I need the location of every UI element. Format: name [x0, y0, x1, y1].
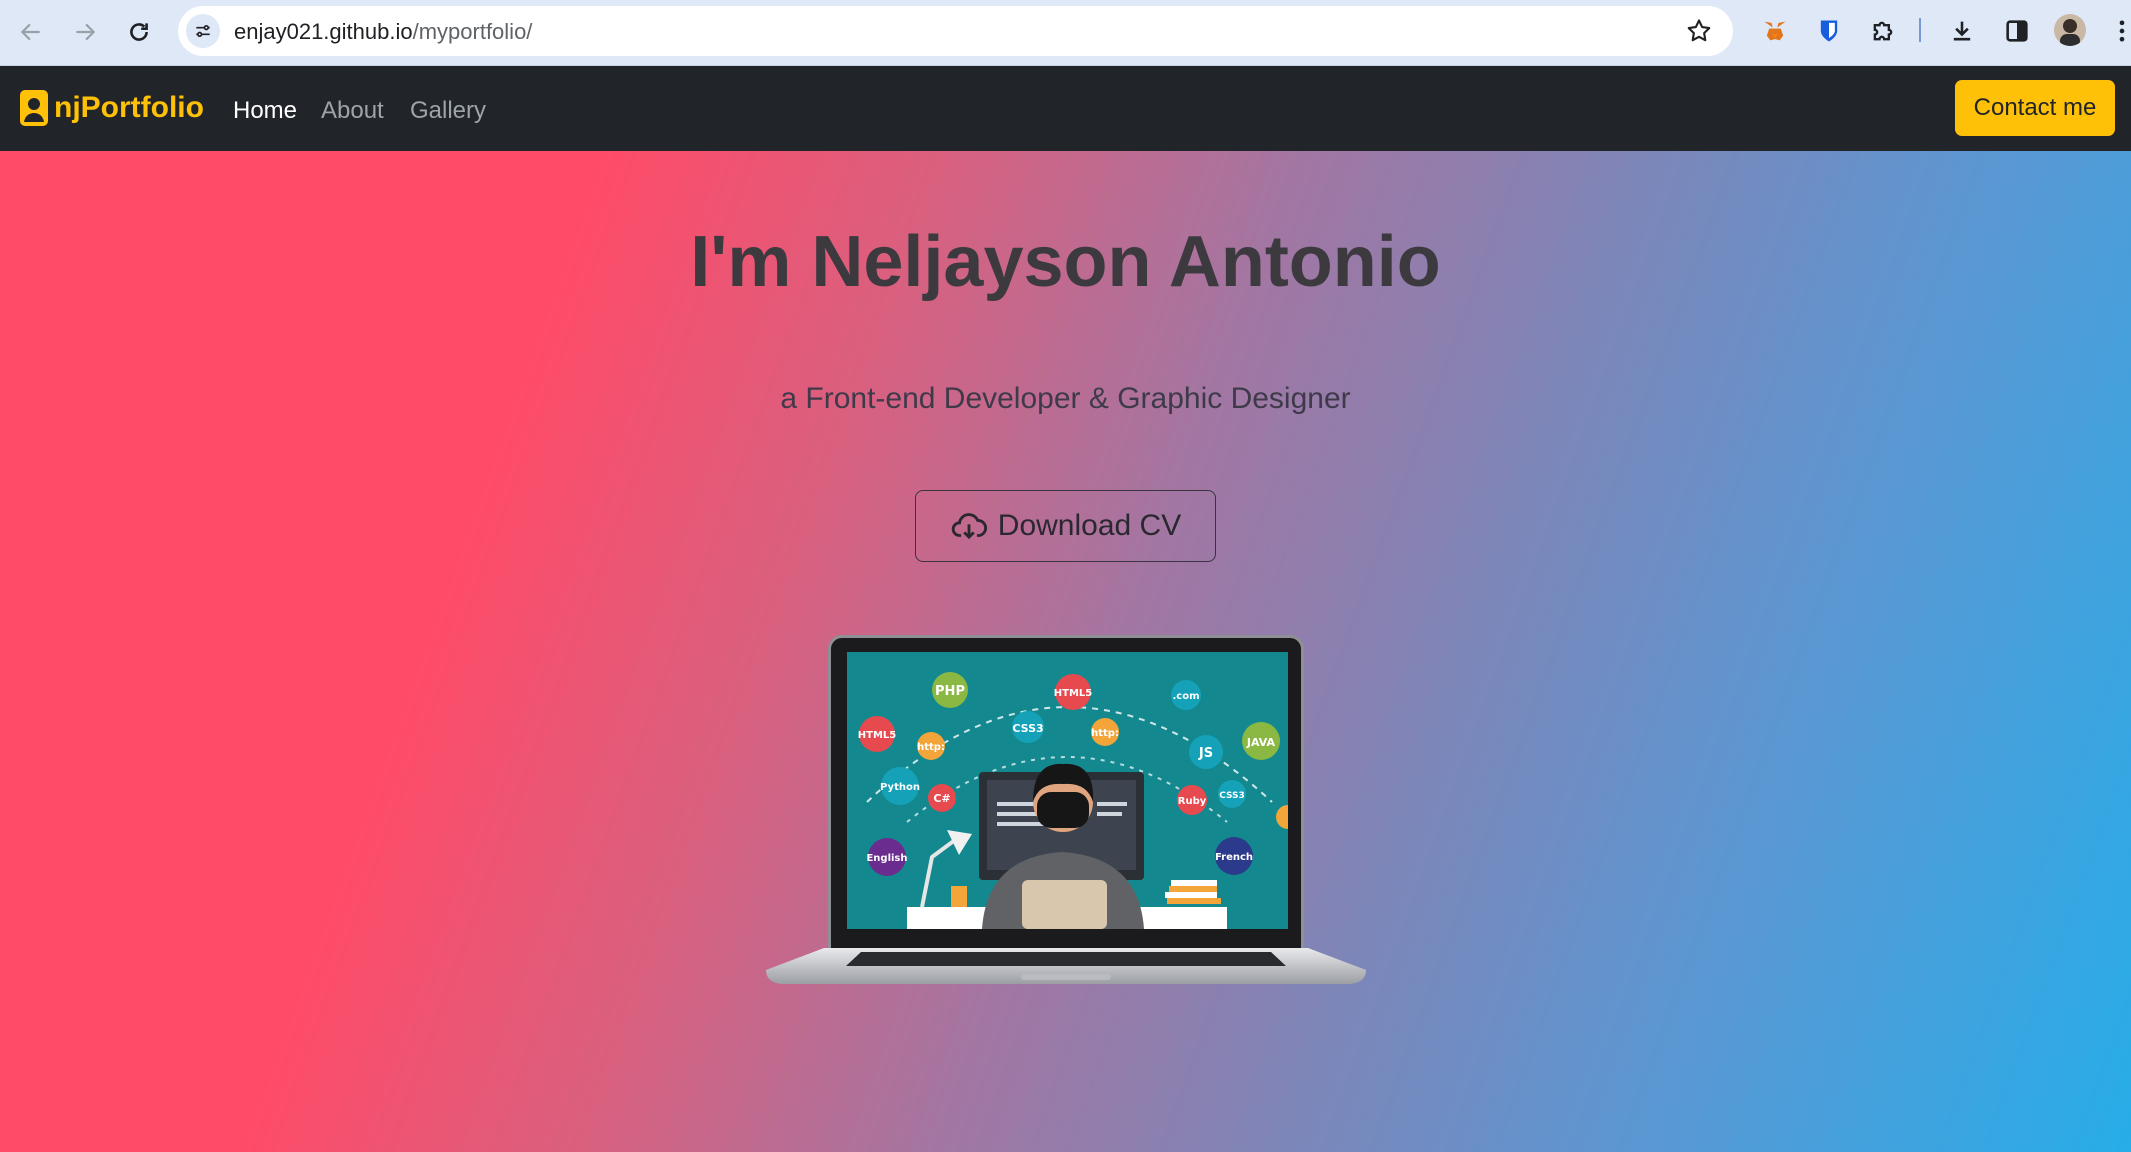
bubble-http-right: http:	[1091, 728, 1119, 739]
laptop-illustration: PHP HTML5 CSS3 http: http: .com JS JAVA …	[766, 635, 1366, 984]
bubble-http-left: http:	[917, 742, 945, 753]
download-cv-label: Download CV	[997, 509, 1182, 542]
hero-subtitle: a Front-end Developer & Graphic Designer	[780, 382, 1351, 415]
browser-menu-icon[interactable]	[2106, 15, 2131, 47]
hero-section: I'm Neljayson Antonio a Front-end Develo…	[0, 151, 2131, 1152]
metamask-extension-icon[interactable]	[1759, 15, 1791, 47]
downloads-icon[interactable]	[1946, 15, 1978, 47]
bubble-php: PHP	[935, 684, 965, 699]
side-panel-icon[interactable]	[2001, 15, 2033, 47]
bubble-css3-right: CSS3	[1219, 791, 1245, 801]
url-text[interactable]: enjay021.github.io/myportfolio/	[234, 19, 532, 45]
profile-avatar[interactable]	[2054, 14, 2086, 46]
bubble-ruby: Ruby	[1178, 796, 1207, 807]
nav-home-link[interactable]: Home	[233, 97, 297, 125]
bubble-english: English	[866, 853, 907, 864]
reload-button[interactable]	[118, 11, 160, 53]
back-button[interactable]	[10, 11, 52, 53]
download-cv-button[interactable]: Download CV	[915, 490, 1216, 562]
laptop-base	[766, 948, 1366, 984]
bookmark-star-icon[interactable]	[1685, 17, 1713, 45]
toolbar-separator	[1919, 18, 1921, 42]
site-info-icon[interactable]	[186, 14, 220, 48]
cloud-download-icon	[951, 513, 987, 540]
brand-text: njPortfolio	[54, 91, 204, 124]
bubble-js: JS	[1198, 746, 1213, 761]
bitwarden-extension-icon[interactable]	[1813, 15, 1845, 47]
arrow-right-icon	[76, 23, 96, 41]
reload-icon	[130, 23, 148, 41]
id-badge-icon	[20, 90, 48, 126]
bubble-python: Python	[880, 782, 920, 793]
bubble-french: French	[1215, 852, 1253, 863]
url-host: enjay021.github.io	[234, 19, 413, 44]
brand-link[interactable]: njPortfolio	[18, 88, 204, 128]
bubble-com: .com	[1172, 691, 1199, 702]
nav-about-link[interactable]: About	[321, 97, 384, 125]
site-navbar: njPortfolio Home About Gallery Contact m…	[0, 66, 2131, 151]
extensions-puzzle-icon[interactable]	[1867, 15, 1899, 47]
bubble-html5-left: HTML5	[858, 730, 897, 741]
contact-me-button[interactable]: Contact me	[1955, 80, 2115, 136]
developer-scene: PHP HTML5 CSS3 http: http: .com JS JAVA …	[847, 652, 1288, 929]
address-bar[interactable]: enjay021.github.io/myportfolio/	[178, 6, 1733, 56]
url-path: /myportfolio/	[412, 19, 533, 44]
bubble-css3-top: CSS3	[1012, 722, 1043, 735]
arrow-left-icon	[20, 23, 40, 41]
hero-title: I'm Neljayson Antonio	[690, 222, 1441, 302]
bubble-html5-top: HTML5	[1054, 688, 1093, 699]
browser-toolbar: enjay021.github.io/myportfolio/	[0, 0, 2131, 66]
laptop-screen: PHP HTML5 CSS3 http: http: .com JS JAVA …	[847, 652, 1288, 929]
forward-button[interactable]	[64, 11, 106, 53]
nav-gallery-link[interactable]: Gallery	[410, 97, 486, 125]
bubble-java: JAVA	[1246, 736, 1276, 749]
bubble-csharp: C#	[933, 792, 950, 805]
